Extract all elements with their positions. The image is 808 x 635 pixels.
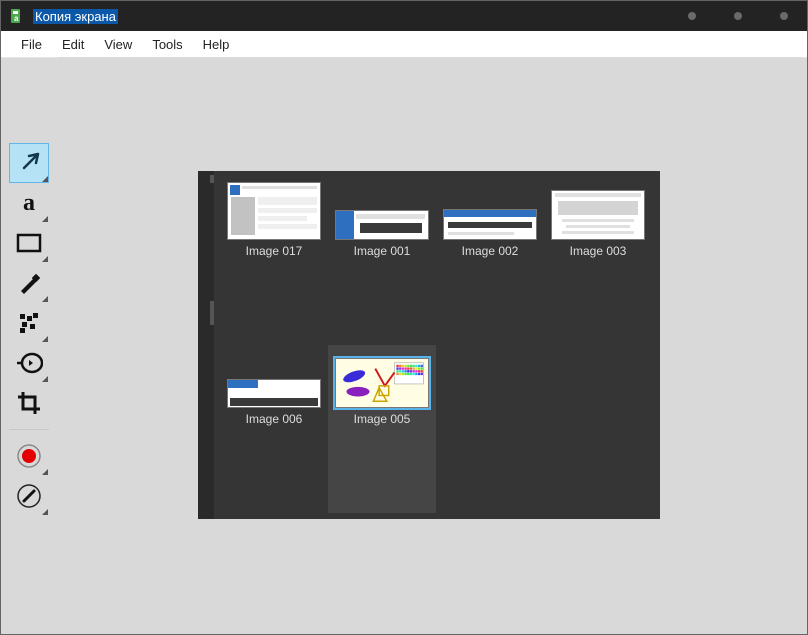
tool-step[interactable] — [9, 343, 49, 383]
thumbnail[interactable]: Image 002 — [436, 177, 544, 345]
rectangle-icon — [16, 233, 42, 253]
sidebar-toolbar: a — [4, 57, 54, 516]
maximize-button[interactable] — [715, 1, 761, 31]
menu-view[interactable]: View — [94, 34, 142, 55]
titlebar: a Копия экрана — [1, 1, 807, 31]
tool-text[interactable]: a — [9, 183, 49, 223]
tool-pen[interactable] — [9, 476, 49, 516]
thumbnail[interactable]: Image 006 — [220, 345, 328, 513]
thumbnail[interactable]: Image 001 — [328, 177, 436, 345]
tool-crop[interactable] — [9, 383, 49, 423]
text-icon: a — [23, 190, 35, 217]
gallery-scroll-rail[interactable] — [198, 171, 214, 519]
record-icon — [16, 443, 42, 469]
thumbnail-gallery: Image 017 Image 001 Image 002 Image 003 Imag… — [198, 171, 660, 519]
thumbnail[interactable]: Image 003 — [544, 177, 652, 345]
thumbnail-label: Image 005 — [354, 412, 411, 426]
menu-edit[interactable]: Edit — [52, 34, 94, 55]
thumbnail-label: Image 006 — [246, 412, 303, 426]
menu-file[interactable]: File — [11, 34, 52, 55]
svg-text:a: a — [14, 14, 19, 23]
window-title: Копия экрана — [33, 9, 118, 24]
tool-rect[interactable] — [9, 223, 49, 263]
thumbnail-preview — [551, 190, 645, 240]
thumbnail-label: Image 002 — [462, 244, 519, 258]
thumbnail[interactable]: Image 017 — [220, 177, 328, 345]
toolbar-separator — [9, 429, 49, 430]
thumbnail-label: Image 017 — [246, 244, 303, 258]
tool-record[interactable] — [9, 436, 49, 476]
minimize-button[interactable] — [669, 1, 715, 31]
pen-icon — [16, 483, 42, 509]
highlighter-icon — [16, 270, 42, 296]
close-button[interactable] — [761, 1, 807, 31]
thumbnail[interactable]: Image 005 — [328, 345, 436, 513]
thumbnail-preview — [335, 210, 429, 240]
crop-icon — [16, 390, 42, 416]
tool-arrow[interactable] — [9, 143, 49, 183]
tool-pixelate[interactable] — [9, 303, 49, 343]
tool-highlighter[interactable] — [9, 263, 49, 303]
thumbnail-preview — [335, 358, 429, 408]
thumbnail-label: Image 003 — [570, 244, 627, 258]
menu-tools[interactable]: Tools — [142, 34, 192, 55]
menubar: File Edit View Tools Help — [1, 31, 807, 58]
step-icon — [15, 352, 43, 374]
thumbnail-label: Image 001 — [354, 244, 411, 258]
arrow-icon — [15, 149, 43, 177]
pixelate-icon — [17, 311, 41, 335]
thumbnail-preview — [443, 209, 537, 240]
menu-help[interactable]: Help — [193, 34, 240, 55]
thumbnail-preview — [227, 182, 321, 240]
app-icon: a — [9, 8, 25, 24]
canvas-area: Image 017 Image 001 Image 002 Image 003 Imag… — [58, 57, 802, 629]
thumbnail-preview — [227, 379, 321, 408]
